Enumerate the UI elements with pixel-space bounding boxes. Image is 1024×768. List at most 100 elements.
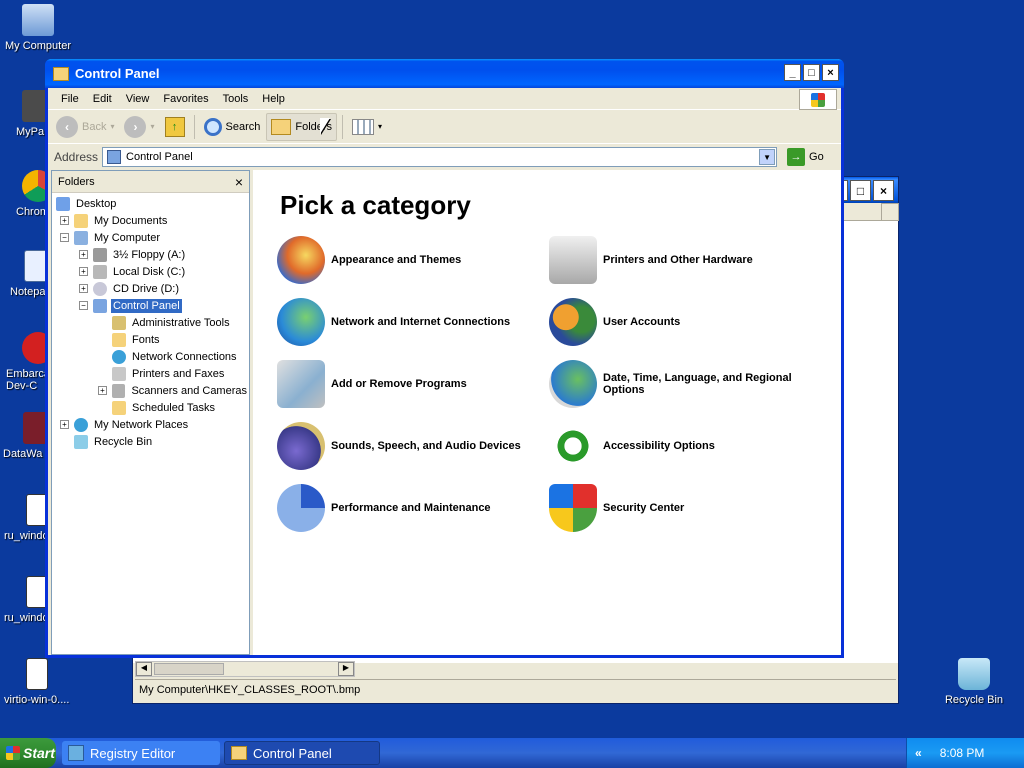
tree-item-scheduled-tasks[interactable]: Scheduled Tasks: [52, 399, 249, 416]
scheduled-tasks-icon: [112, 400, 126, 415]
close-button[interactable]: ×: [873, 180, 894, 201]
tree-item-desktop[interactable]: Desktop: [52, 195, 249, 212]
folder-tree: Desktop + My Documents − My Computer + 3…: [52, 193, 249, 450]
printer-hardware-icon: [549, 236, 597, 284]
tree-item-floppy[interactable]: + 3½ Floppy (A:): [52, 246, 249, 263]
up-button[interactable]: ↑: [161, 113, 189, 141]
tree-item-cd-drive[interactable]: + CD Drive (D:): [52, 280, 249, 297]
search-button[interactable]: Search: [200, 113, 265, 141]
computer-icon: [22, 4, 54, 36]
expand-icon[interactable]: +: [98, 386, 107, 395]
tree-item-my-documents[interactable]: + My Documents: [52, 212, 249, 229]
tree-item-scanners-and-cameras[interactable]: + Scanners and Cameras: [52, 382, 249, 399]
scroll-right-button[interactable]: ▶: [338, 662, 354, 676]
address-field[interactable]: Control Panel ▼: [102, 147, 778, 167]
expand-icon[interactable]: +: [60, 420, 69, 429]
scanner-icon: [111, 383, 126, 398]
category-network-and-internet-connections[interactable]: Network and Internet Connections: [277, 298, 537, 346]
menu-favorites[interactable]: Favorites: [156, 93, 215, 105]
printer-icon: [112, 366, 126, 381]
minimize-button[interactable]: _: [784, 64, 801, 81]
folders-icon: [271, 118, 292, 135]
menu-tools[interactable]: Tools: [216, 93, 256, 105]
category-accessibility-options[interactable]: Accessibility Options: [549, 422, 809, 470]
expand-icon[interactable]: +: [60, 216, 69, 225]
network-icon: [112, 349, 126, 364]
back-button[interactable]: ‹ Back ▾: [52, 113, 118, 141]
file-icon: [26, 658, 48, 690]
category-printers-and-other-hardware[interactable]: Printers and Other Hardware: [549, 236, 809, 284]
forward-arrow-icon: ›: [124, 115, 147, 138]
accessibility-icon: [549, 422, 597, 470]
category-appearance-and-themes[interactable]: Appearance and Themes: [277, 236, 537, 284]
category-date-time-language-regional[interactable]: Date, Time, Language, and Regional Optio…: [549, 360, 809, 408]
maximize-button[interactable]: □: [803, 64, 820, 81]
category-security-center[interactable]: Security Center: [549, 484, 809, 532]
column-header[interactable]: [881, 203, 899, 221]
address-dropdown-icon[interactable]: ▼: [759, 149, 776, 165]
folders-pane-header: Folders ×: [52, 171, 249, 193]
control-panel-titlebar[interactable]: Control Panel: [45, 59, 844, 88]
tree-item-local-disk[interactable]: + Local Disk (C:): [52, 263, 249, 280]
forward-button[interactable]: › ▾: [120, 113, 158, 141]
tree-item-network-connections[interactable]: Network Connections: [52, 348, 249, 365]
tree-item-my-network-places[interactable]: + My Network Places: [52, 416, 249, 433]
views-button[interactable]: ▾: [348, 113, 386, 141]
collapse-icon[interactable]: −: [60, 233, 69, 242]
registry-hscrollbar[interactable]: ◀ ▶: [135, 661, 355, 677]
window-controls: _ □ ×: [784, 64, 839, 81]
control-panel-icon: [93, 298, 107, 313]
folder-icon: [53, 66, 69, 81]
menu-edit[interactable]: Edit: [86, 93, 119, 105]
tree-item-recycle-bin[interactable]: Recycle Bin: [52, 433, 249, 450]
category-user-accounts[interactable]: User Accounts: [549, 298, 809, 346]
tree-item-administrative-tools[interactable]: Administrative Tools: [52, 314, 249, 331]
category-performance-and-maintenance[interactable]: Performance and Maintenance: [277, 484, 537, 532]
folder-icon: [231, 746, 247, 760]
category-sounds-speech-audio[interactable]: Sounds, Speech, and Audio Devices: [277, 422, 537, 470]
taskbar-item-control-panel[interactable]: Control Panel: [224, 741, 380, 765]
menu-file[interactable]: File: [54, 93, 86, 105]
window-title: Control Panel: [75, 66, 160, 81]
close-icon[interactable]: ×: [235, 174, 243, 190]
scroll-left-button[interactable]: ◀: [136, 662, 152, 676]
tree-item-my-computer[interactable]: − My Computer: [52, 229, 249, 246]
address-label: Address: [54, 150, 99, 164]
menu-bar: File Edit View Favorites Tools Help: [48, 88, 841, 110]
desktop-icon-virtio-win[interactable]: virtio-win-0....: [0, 658, 76, 706]
user-accounts-icon: [549, 298, 597, 346]
tree-item-control-panel[interactable]: − Control Panel: [52, 297, 249, 314]
content-area: Folders × Desktop + My Documents − My Co…: [48, 170, 841, 655]
close-button[interactable]: ×: [822, 64, 839, 81]
tree-item-printers-and-faxes[interactable]: Printers and Faxes: [52, 365, 249, 382]
tree-item-fonts[interactable]: Fonts: [52, 331, 249, 348]
scroll-thumb[interactable]: [154, 663, 224, 675]
start-button[interactable]: Start: [0, 738, 56, 768]
desktop-icon-my-computer[interactable]: My Computer: [0, 4, 76, 52]
address-bar: Address Control Panel ▼ → Go: [48, 144, 841, 170]
expand-icon[interactable]: +: [79, 250, 88, 259]
chevron-down-icon: ▾: [110, 122, 115, 131]
toolbar-separator: [193, 114, 195, 139]
menu-help[interactable]: Help: [255, 93, 292, 105]
collapse-icon[interactable]: −: [79, 301, 88, 310]
expand-icon[interactable]: +: [79, 284, 88, 293]
toolbar: ‹ Back ▾ › ▾ ↑ Search Folders ▾: [48, 110, 841, 144]
menu-view[interactable]: View: [119, 93, 157, 105]
windows-flag-icon: [6, 746, 20, 760]
category-view: Pick a category Appearance and Themes Pr…: [253, 170, 841, 655]
expand-icon[interactable]: +: [79, 267, 88, 276]
category-add-or-remove-programs[interactable]: Add or Remove Programs: [277, 360, 537, 408]
tray-chevron-icon[interactable]: «: [915, 746, 922, 760]
system-tray: « 8:08 PM: [906, 738, 1024, 768]
fonts-icon: [112, 332, 126, 347]
views-icon: [352, 118, 375, 135]
taskbar-item-registry-editor[interactable]: Registry Editor: [62, 741, 220, 765]
maximize-button[interactable]: □: [850, 180, 871, 201]
column-header[interactable]: [843, 203, 883, 221]
go-button[interactable]: → Go: [787, 148, 824, 166]
desktop-icon-recycle-bin[interactable]: Recycle Bin: [936, 658, 1012, 706]
recycle-bin-icon: [74, 434, 88, 449]
registry-statusbar: My Computer\HKEY_CLASSES_ROOT\.bmp: [135, 679, 896, 701]
folder-icon: [74, 213, 88, 228]
